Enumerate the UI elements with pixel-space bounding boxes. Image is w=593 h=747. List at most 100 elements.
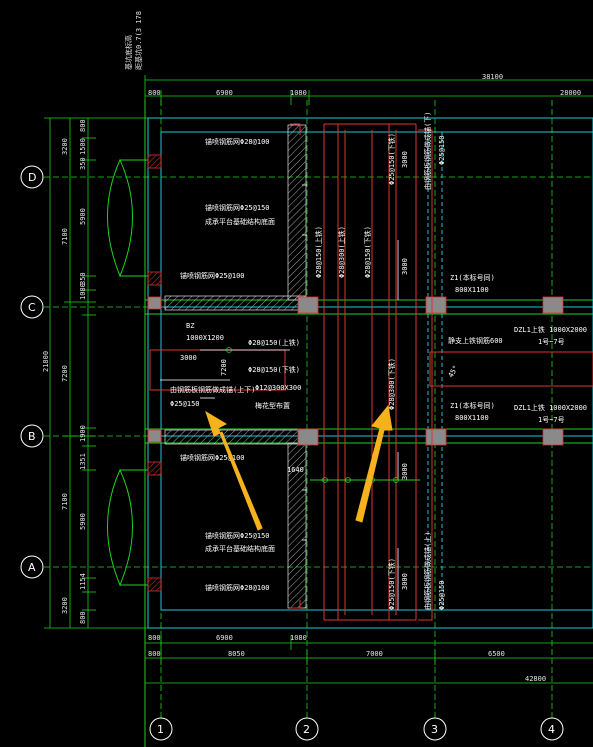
dim-bottom-r1-d1: 800: [148, 634, 161, 642]
top-note-line1: 基坑底标高: [124, 35, 133, 70]
dim-bottom-r2-d2: 8050: [228, 650, 245, 658]
label-rebar-l10: 锚喷钢筋网Φ25@100: [180, 453, 245, 462]
label-rebar-l12: 成承平台基础结构底面: [205, 544, 275, 553]
label-v7: 3000: [401, 151, 409, 168]
label-45deg: 45°: [447, 364, 460, 379]
dim-bottom-r1-d3: 1080: [290, 634, 307, 642]
bottom-dimensions: 800 6900 1080 800 8050 7000 6500 42800: [145, 634, 593, 684]
label-jw: 静支上铁钢筋600: [448, 336, 503, 345]
label-rebar-l3: 成承平台基础结构底面: [205, 217, 275, 226]
axis-bubble-col-1: 1: [149, 717, 173, 741]
annotations: 锚喷钢筋网Φ28@100 锚喷钢筋网Φ25@150 成承平台基础结构底面 锚喷钢…: [170, 112, 587, 610]
label-v4: Φ25@150(下铁): [387, 133, 396, 185]
scallop-left: [107, 158, 148, 587]
label-v9: 3000: [401, 463, 409, 480]
svg-text:3: 3: [431, 723, 438, 736]
axis-bubble-col-2: 2: [295, 717, 319, 741]
dim-top-d3: 1080: [290, 89, 307, 97]
svg-text:B: B: [28, 430, 36, 443]
dim-top-d1: 800: [148, 89, 161, 97]
label-v10: 3000: [401, 573, 409, 590]
label-v3: Φ28@150(下铁): [363, 226, 372, 278]
dim-left-mid-d1: 3200: [61, 138, 69, 155]
dim-left-inner-0: 800: [79, 119, 87, 132]
label-rebar-l9: Φ25@150: [170, 400, 200, 408]
column-b4: [542, 428, 564, 446]
column-b3: [425, 428, 447, 446]
dim-top-d4: 28000: [560, 89, 581, 97]
dim-left-inner-10: 5900: [79, 513, 87, 530]
label-z1b: Z1(本标号同): [450, 401, 495, 410]
column-b2: [297, 428, 319, 446]
dim-bottom-total: 42800: [525, 675, 546, 683]
column-c3: [425, 296, 447, 314]
label-dzl1b: DZL1上铁 1000X2000: [514, 403, 587, 412]
label-dzl1b-b: 1号~7号: [538, 416, 565, 424]
label-v8: 3000: [401, 258, 409, 275]
label-rv3: Φ25@150: [438, 135, 446, 165]
label-v2: Φ28@300(上铁): [337, 226, 346, 278]
label-dim-1640: 1640: [287, 466, 304, 474]
svg-text:A: A: [28, 561, 36, 574]
label-lb-side: 由钢筋板钢筋做成锚(上下): [170, 385, 255, 394]
label-dim-7200: 7200: [220, 359, 228, 376]
dim-top-d2: 6900: [216, 89, 233, 97]
label-z1a: Z1(本标号同): [450, 273, 495, 282]
label-rv2: 由钢筋板钢筋做成锚(上): [423, 532, 432, 610]
label-dim-3000a: 3000: [180, 354, 197, 362]
dim-left-inner-11: 1154: [79, 573, 87, 590]
top-note: 基坑底标高 距基坑0.7(3 178: [124, 11, 143, 70]
dim-left-inner-5: 1080: [79, 283, 87, 300]
svg-text:C: C: [28, 301, 36, 314]
svg-text:D: D: [28, 171, 36, 184]
label-rebar-l2: 锚喷钢筋网Φ25@150: [205, 203, 270, 212]
label-rebar-l11: 锚喷钢筋网Φ25@150: [205, 531, 270, 540]
label-v6: Φ25@150(下铁): [387, 558, 396, 610]
dim-left-inner-2: 350: [79, 157, 87, 170]
svg-text:1: 1: [157, 723, 164, 736]
dim-left-outer-d1: 7100: [61, 228, 69, 245]
dim-bottom-r2-d1: 800: [148, 650, 161, 658]
label-z1a-size: 800X1100: [455, 286, 489, 294]
label-rebar-l6: Φ28@150(下铁): [248, 365, 300, 374]
dim-left-inner-7: 1900: [79, 425, 87, 442]
label-rebar-l8: 梅花型布置: [255, 401, 290, 410]
top-note-line2: 距基坑0.7(3 178: [134, 11, 143, 70]
axis-bubble-row-b: B: [20, 424, 44, 448]
label-z1b-size: 800X1100: [455, 414, 489, 422]
label-v5: Φ28@300(下铁): [387, 358, 396, 410]
label-bz-size: 1000X1200: [186, 334, 224, 342]
dim-left-outer-d3: 7100: [61, 493, 69, 510]
column-c2: [297, 296, 319, 314]
dim-left-inner-1: 1500: [79, 138, 87, 155]
label-rebar-l7: Φ12@300X300: [255, 384, 301, 392]
label-rebar-l1: 锚喷钢筋网Φ28@100: [205, 137, 270, 146]
dim-top-total: 38100: [482, 73, 503, 81]
column-c4: [542, 296, 564, 314]
cad-drawing-canvas: 基坑底标高 距基坑0.7(3 178 38100 800 6900 1080 2…: [20, 11, 593, 747]
svg-text:2: 2: [303, 723, 310, 736]
dim-bottom-r2-d4: 6500: [488, 650, 505, 658]
axis-bubble-col-4: 4: [540, 717, 564, 741]
axis-bubble-row-d: D: [20, 165, 44, 189]
dim-left-inner-4: 350: [79, 272, 87, 285]
axis-bubble-row-a: A: [20, 555, 44, 579]
left-dimensions: 21800 7100 7200 7100 3200 3200 800 1500 …: [42, 117, 150, 629]
label-dzl1a: DZL1上铁 1000X2000: [514, 325, 587, 334]
label-dzl1a-b: 1号~7号: [538, 338, 565, 346]
label-rebar-l13: 锚喷钢筋网Φ28@100: [205, 583, 270, 592]
label-rv4: Φ25@150: [438, 580, 446, 610]
dim-left-outer-d2: 7200: [61, 365, 69, 382]
dim-left-inner-3: 5900: [79, 208, 87, 225]
svg-text:4: 4: [548, 723, 555, 736]
dim-bottom-r2-d3: 7000: [366, 650, 383, 658]
label-v1: Φ28@150(上铁): [314, 226, 323, 278]
dim-left-inner-13: 800: [79, 611, 87, 624]
axis-bubble-col-3: 3: [423, 717, 447, 741]
label-rv1: 由钢筋板钢筋做成锚(下): [423, 112, 432, 190]
label-bz: BZ: [186, 322, 194, 330]
arrow-right-icon: [355, 404, 393, 523]
dim-left-mid-d3: 3200: [61, 597, 69, 614]
label-rebar-l5: Φ28@150(上铁): [248, 338, 300, 347]
dim-left-total: 21800: [42, 351, 50, 372]
